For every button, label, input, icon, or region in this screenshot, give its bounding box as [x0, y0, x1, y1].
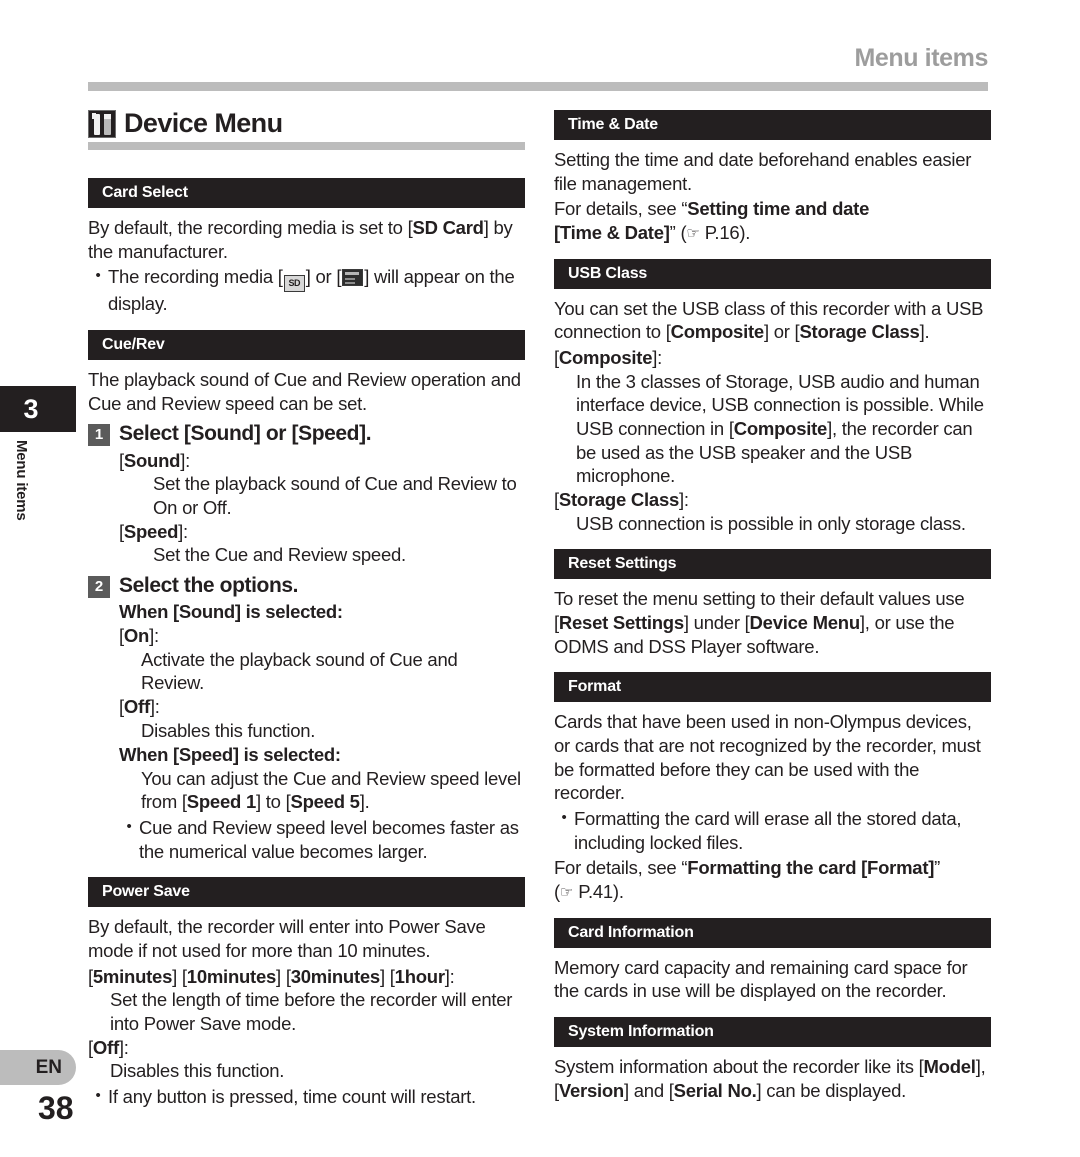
internal-memory-icon: [342, 269, 364, 287]
power-save-bullet-text: If any button is pressed, time count wil…: [108, 1085, 476, 1107]
system-information-body: System information about the recorder li…: [554, 1056, 986, 1101]
speed-range-desc: You can adjust the Cue and Review speed …: [141, 767, 521, 813]
chapter-label: Menu items: [13, 440, 30, 521]
header-divider-rule: [88, 82, 988, 91]
step-1-title: Select [Sound] or [Speed].: [119, 422, 372, 446]
device-menu-title-text: Device Menu: [124, 108, 283, 138]
step-badge-2: 2: [88, 575, 110, 598]
card-information-body: Memory card capacity and remaining card …: [554, 956, 968, 1002]
speed-desc: Set the Cue and Review speed.: [153, 544, 406, 566]
running-header-title: Menu items: [854, 44, 988, 72]
reset-settings-body: To reset the menu setting to their defau…: [554, 588, 965, 657]
page-number: 38: [38, 1090, 74, 1126]
time-date-body: Setting the time and date beforehand ena…: [554, 149, 972, 194]
step-badge-1: 1: [88, 424, 110, 447]
device-menu-title-rule: [88, 142, 525, 150]
section-header-system-information: System Information: [554, 1017, 991, 1048]
section-header-card-select: Card Select: [88, 178, 525, 208]
on-desc: Activate the playback sound of Cue and R…: [141, 648, 458, 694]
when-sound-selected: When [Sound] is selected:: [119, 601, 343, 623]
section-header-cue-rev: Cue/Rev: [88, 330, 525, 361]
bullet-dot: •: [561, 809, 567, 827]
card-select-bullet: • The recording media [SD] or [] will ap…: [88, 265, 525, 316]
section-header-usb-class: USB Class: [554, 258, 991, 289]
format-detail: For details, see “Formatting the card [F…: [554, 857, 941, 903]
chapter-tab: 3: [0, 386, 76, 432]
section-header-reset-settings: Reset Settings: [554, 549, 991, 580]
composite-desc: In the 3 classes of Storage, USB audio a…: [576, 370, 984, 487]
card-select-body: By default, the recording media is set t…: [88, 217, 513, 262]
step-2-title: Select the options.: [119, 573, 299, 597]
composite-label: [Composite]:: [554, 347, 663, 369]
format-bullet-text: Formatting the card will erase all the s…: [574, 808, 962, 853]
left-column: Device Menu Card Select By default, the …: [88, 110, 525, 1111]
sound-label: [Sound]:: [119, 449, 190, 471]
tools-icon: [88, 110, 116, 138]
cue-rev-step-2: 2 Select the options.: [88, 573, 525, 598]
power-save-body: By default, the recorder will enter into…: [88, 916, 486, 961]
cue-rev-body: The playback sound of Cue and Review ope…: [88, 369, 521, 414]
card-select-bullet-text: The recording media [SD] or [] will appe…: [108, 266, 515, 315]
bullet-dot: •: [126, 817, 132, 835]
power-save-off-label: [Off]:: [88, 1036, 129, 1058]
chapter-number: 3: [23, 394, 39, 424]
cue-rev-step-1: 1 Select [Sound] or [Speed].: [88, 421, 525, 447]
sound-desc: Set the playback sound of Cue and Review…: [153, 473, 517, 518]
bullet-dot: •: [95, 1086, 101, 1104]
power-save-options-desc: Set the length of time before the record…: [110, 989, 513, 1034]
step-2-body: When [Sound] is selected: [On]: Activate…: [88, 600, 525, 863]
cue-rev-bullet: • Cue and Review speed level becomes fas…: [119, 816, 525, 863]
cue-rev-bullet-text: Cue and Review speed level becomes faste…: [139, 816, 519, 862]
device-menu-title: Device Menu: [88, 110, 525, 138]
power-save-off-desc: Disables this function.: [110, 1060, 285, 1082]
sd-card-icon: SD: [283, 275, 305, 293]
power-save-bullet: • If any button is pressed, time count w…: [88, 1085, 525, 1109]
storage-class-desc: USB connection is possible in only stora…: [576, 512, 966, 534]
usb-class-body: You can set the USB class of this record…: [554, 297, 984, 343]
when-speed-selected: When [Speed] is selected:: [119, 743, 341, 765]
section-header-card-information: Card Information: [554, 917, 991, 948]
off-desc: Disables this function.: [141, 719, 316, 741]
speed-label: [Speed]:: [119, 520, 188, 542]
pointing-hand-icon: ☞: [559, 884, 574, 902]
format-bullet: • Formatting the card will erase all the…: [554, 807, 991, 854]
storage-class-label: [Storage Class]:: [554, 489, 689, 511]
section-header-time-date: Time & Date: [554, 110, 991, 140]
language-badge: EN: [0, 1050, 76, 1085]
step-1-body: [Sound]: Set the playback sound of Cue a…: [88, 449, 525, 567]
right-column: Time & Date Setting the time and date be…: [554, 110, 991, 1104]
off-label: [Off]:: [119, 696, 160, 718]
section-header-format: Format: [554, 672, 991, 703]
time-date-detail: For details, see “Setting time and date …: [554, 198, 870, 244]
bullet-dot: •: [95, 267, 101, 285]
section-header-power-save: Power Save: [88, 877, 525, 908]
power-save-options: [5minutes] [10minutes] [30minutes] [1hou…: [88, 965, 455, 987]
format-body: Cards that have been used in non-Olympus…: [554, 711, 981, 804]
pointing-hand-icon: ☞: [686, 225, 700, 243]
on-label: [On]:: [119, 625, 159, 647]
